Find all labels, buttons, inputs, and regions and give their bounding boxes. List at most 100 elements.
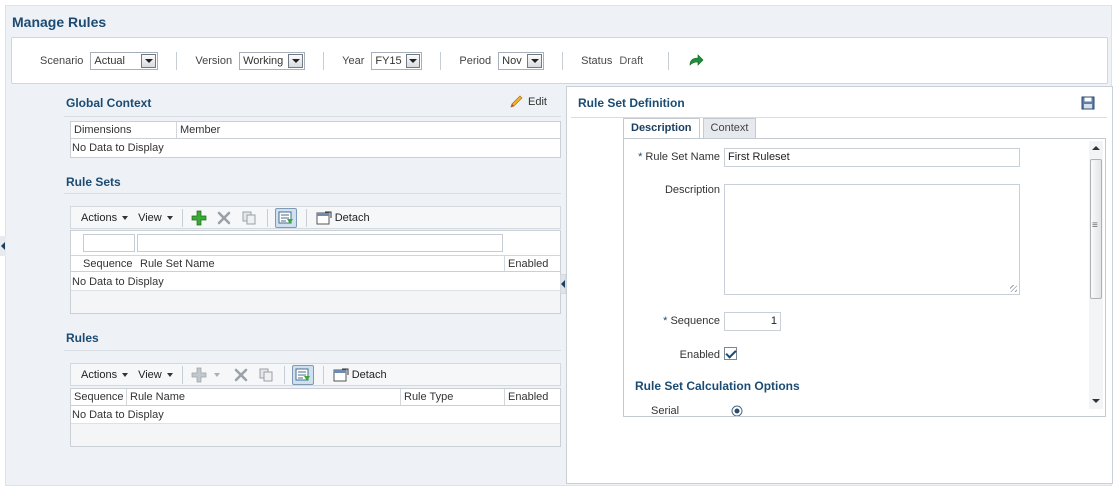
edit-link[interactable]: Edit [509, 95, 547, 109]
sequence-label: * Sequence [634, 315, 720, 327]
year-select[interactable]: FY15 [371, 52, 423, 70]
actions-menu[interactable]: Actions [81, 211, 129, 224]
table-header: Dimensions Member [71, 122, 560, 139]
detach-button[interactable]: Detach [316, 211, 370, 225]
add-icon[interactable] [190, 366, 208, 384]
column-header[interactable]: Sequence [71, 389, 127, 405]
chevron-down-icon[interactable] [213, 372, 220, 377]
scrollbar-thumb[interactable] [1090, 159, 1102, 299]
vertical-scrollbar[interactable] [1089, 141, 1103, 409]
version-select[interactable]: Working [239, 52, 306, 70]
scenario-value: Actual [94, 55, 125, 67]
save-icon[interactable] [1081, 96, 1095, 110]
chevron-down-icon[interactable] [288, 54, 304, 68]
table-header: Sequence Rule Set Name Enabled [71, 255, 560, 272]
scroll-up-icon[interactable] [1092, 146, 1100, 150]
column-header[interactable]: Dimensions [71, 122, 177, 138]
toolbar-divider [323, 52, 325, 70]
sequence-input[interactable]: 1 [724, 312, 781, 331]
detach-button[interactable]: Detach [333, 368, 387, 382]
view-menu[interactable]: View [138, 212, 173, 224]
version-label: Version [195, 55, 233, 67]
period-select[interactable]: Nov [498, 52, 545, 70]
rule-set-definition-panel: Rule Set Definition Description Context … [566, 86, 1113, 484]
scenario-select[interactable]: Actual [90, 52, 159, 70]
delete-icon[interactable] [232, 366, 250, 384]
detach-icon [333, 368, 349, 381]
section-divider [64, 193, 561, 194]
calc-options-title: Rule Set Calculation Options [635, 379, 800, 393]
status-label: Status [581, 55, 613, 67]
rules-title: Rules [66, 331, 99, 345]
tab-description[interactable]: Description [623, 118, 700, 139]
rules-toolbar: Actions View Detach [70, 363, 561, 386]
copy-icon[interactable] [240, 209, 258, 227]
period-value: Nov [502, 55, 522, 67]
rule-set-definition-title: Rule Set Definition [578, 96, 685, 110]
toolbar-divider [305, 208, 307, 227]
column-header[interactable]: Enabled [505, 256, 560, 271]
detach-label: Detach [351, 368, 387, 381]
query-by-example-icon[interactable] [291, 364, 314, 385]
column-header[interactable]: Rule Name [127, 389, 401, 405]
year-value: FY15 [375, 55, 402, 67]
column-header[interactable]: Member [177, 122, 560, 138]
enabled-checkbox[interactable] [724, 347, 737, 360]
detach-label: Detach [334, 211, 370, 224]
detach-icon [316, 211, 332, 224]
copy-icon[interactable] [257, 366, 275, 384]
collapse-left-icon[interactable] [0, 236, 6, 256]
resize-handle-icon[interactable] [1010, 285, 1017, 292]
chevron-down-icon [166, 215, 173, 220]
enabled-label: Enabled [679, 349, 720, 361]
scroll-down-icon[interactable] [1092, 399, 1100, 403]
description-label: Description [664, 184, 720, 196]
rule-sets-toolbar: Actions View Detach [70, 206, 561, 229]
description-textarea[interactable] [724, 184, 1020, 295]
sequence-filter-input[interactable] [83, 234, 135, 252]
toolbar-divider [176, 52, 178, 70]
radio-button[interactable] [731, 405, 743, 417]
view-label: View [138, 368, 162, 381]
actions-label: Actions [81, 211, 118, 224]
delete-icon[interactable] [215, 209, 233, 227]
section-divider [64, 350, 561, 351]
refresh-icon[interactable] [687, 52, 705, 70]
chevron-down-icon [122, 215, 129, 220]
query-by-example-icon[interactable] [274, 207, 297, 228]
empty-message: No Data to Display [72, 276, 164, 288]
tab-context[interactable]: Context [702, 118, 757, 139]
chevron-down-icon[interactable] [405, 54, 421, 68]
rule-set-name-label: * Rule Set Name [634, 151, 720, 163]
pov-toolbar: Scenario Actual Version Working Year FY1… [11, 37, 1108, 84]
toolbar-divider [266, 208, 268, 227]
column-header[interactable]: Rule Set Name [137, 256, 505, 271]
description-tab-content: * Rule Set Name First Ruleset Descriptio… [623, 138, 1106, 417]
view-label: View [138, 211, 162, 224]
toolbar-divider [440, 52, 442, 70]
version-value: Working [243, 55, 284, 67]
sequence-label-text: Sequence [670, 315, 720, 327]
section-divider [64, 116, 561, 117]
serial-execution-label: Serial Execution [651, 405, 680, 417]
rule-set-name-filter-input[interactable] [137, 234, 503, 252]
chevron-down-icon[interactable] [141, 54, 157, 68]
table-header: Sequence Rule Name Rule Type Enabled [71, 389, 560, 406]
table-footer [71, 290, 560, 313]
rule-set-name-input[interactable]: First Ruleset [724, 148, 1020, 167]
empty-message: No Data to Display [72, 142, 164, 154]
column-header[interactable]: Sequence [71, 256, 137, 271]
chevron-down-icon[interactable] [527, 54, 543, 68]
toolbar-divider [562, 52, 564, 70]
chevron-down-icon [166, 372, 173, 377]
toolbar-divider [668, 52, 670, 70]
toolbar-divider [283, 365, 285, 384]
add-icon[interactable] [190, 209, 208, 227]
view-menu[interactable]: View [138, 369, 173, 381]
period-label: Period [459, 55, 492, 67]
column-header[interactable]: Enabled [505, 389, 560, 405]
toolbar-divider [322, 365, 324, 384]
actions-menu[interactable]: Actions [81, 369, 129, 381]
rule-set-name-label-text: Rule Set Name [645, 151, 720, 163]
column-header[interactable]: Rule Type [401, 389, 505, 405]
